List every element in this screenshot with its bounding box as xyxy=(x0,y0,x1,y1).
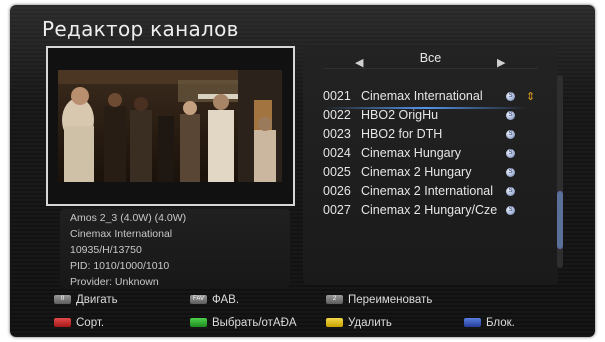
channel-number: 0023 xyxy=(323,127,351,141)
info-pid: PID: 1010/1000/1010 xyxy=(70,260,170,272)
channel-row[interactable]: 0021 Cinemax International S ⇕ xyxy=(323,89,548,109)
scrambled-s-icon: S xyxy=(506,92,515,101)
key-2-icon: 2 xyxy=(326,295,343,305)
channel-name: Cinemax International xyxy=(361,89,483,103)
scrambled-s-icon: S xyxy=(506,206,515,215)
move-arrows-icon: ⇕ xyxy=(526,91,536,103)
channel-number: 0026 xyxy=(323,184,351,198)
channel-number: 0021 xyxy=(323,89,351,103)
legend-select[interactable]: Выбрать/отАÐA xyxy=(190,317,297,329)
legend-lock-label: Блок. xyxy=(486,317,515,329)
channel-info-panel: Amos 2_3 (4.0W) (4.0W) Cinemax Internati… xyxy=(60,209,290,288)
channel-list-panel: ◀ Все ▶ 0021 Cinemax International S ⇕ 0… xyxy=(303,46,558,285)
scrambled-s-icon: S xyxy=(506,111,515,120)
legend-delete[interactable]: Удалить xyxy=(326,317,392,329)
page-title: Редактор каналов xyxy=(42,17,239,41)
blue-key-icon xyxy=(464,318,481,328)
channel-row[interactable]: 0024 Cinemax Hungary S xyxy=(323,146,548,164)
channel-number: 0024 xyxy=(323,146,351,160)
scrambled-s-icon: S xyxy=(506,149,515,158)
channel-row[interactable]: 0025 Cinemax 2 Hungary S xyxy=(323,165,548,183)
channel-name: HBO2 for DTH xyxy=(361,127,443,141)
legend-move[interactable]: 0 Двигать xyxy=(54,294,118,306)
scrollbar-thumb[interactable] xyxy=(557,191,563,249)
legend-fav[interactable]: FAV ФАВ. xyxy=(190,294,239,306)
video-preview-frame xyxy=(46,46,295,206)
legend-lock[interactable]: Блок. xyxy=(464,317,515,329)
key-0-icon: 0 xyxy=(54,295,71,305)
channel-name: Cinemax 2 Hungary xyxy=(361,165,472,179)
legend-delete-label: Удалить xyxy=(348,317,392,329)
legend-rename[interactable]: 2 Переименовать xyxy=(326,294,432,306)
legend-fav-label: ФАВ. xyxy=(212,294,240,306)
channel-list-scrollbar[interactable] xyxy=(557,75,563,268)
channel-name: Cinemax 2 International xyxy=(361,184,494,198)
legend-rename-label: Переименовать xyxy=(348,294,433,306)
key-fav-icon: FAV xyxy=(190,295,207,305)
legend-sort[interactable]: Сорт. xyxy=(54,317,104,329)
channel-name: Cinemax 2 Hungary/Cze xyxy=(361,203,498,217)
channel-number: 0027 xyxy=(323,203,351,217)
video-preview xyxy=(58,70,282,182)
group-selector[interactable]: Все xyxy=(303,51,558,65)
channel-number: 0022 xyxy=(323,108,351,122)
info-provider: Provider: Unknown xyxy=(70,276,159,288)
scrambled-s-icon: S xyxy=(506,168,515,177)
channel-row[interactable]: 0022 HBO2 OrigHu S xyxy=(323,108,548,126)
video-still-image xyxy=(58,70,282,182)
legend-sort-label: Сорт. xyxy=(76,317,105,329)
channel-row[interactable]: 0027 Cinemax 2 Hungary/Cze S xyxy=(323,203,548,221)
legend-select-label: Выбрать/отАÐA xyxy=(212,317,297,329)
channel-row[interactable]: 0026 Cinemax 2 International S xyxy=(323,184,548,202)
channel-name: Cinemax Hungary xyxy=(361,146,462,160)
channel-row[interactable]: 0023 HBO2 for DTH S xyxy=(323,127,548,145)
green-key-icon xyxy=(190,318,207,328)
channel-number: 0025 xyxy=(323,165,351,179)
channel-name: HBO2 OrigHu xyxy=(361,108,439,122)
info-transponder: 10935/H/13750 xyxy=(70,244,142,256)
channel-editor-screen: Редактор каналов Amos 2_3 (4.0W) (4.0W) … xyxy=(10,5,595,337)
info-channel: Cinemax International xyxy=(70,228,173,240)
divider xyxy=(323,68,538,69)
scrambled-s-icon: S xyxy=(506,187,515,196)
yellow-key-icon xyxy=(326,318,343,328)
legend-move-label: Двигать xyxy=(76,294,118,306)
info-satellite: Amos 2_3 (4.0W) (4.0W) xyxy=(70,212,187,224)
red-key-icon xyxy=(54,318,71,328)
scrambled-s-icon: S xyxy=(506,130,515,139)
